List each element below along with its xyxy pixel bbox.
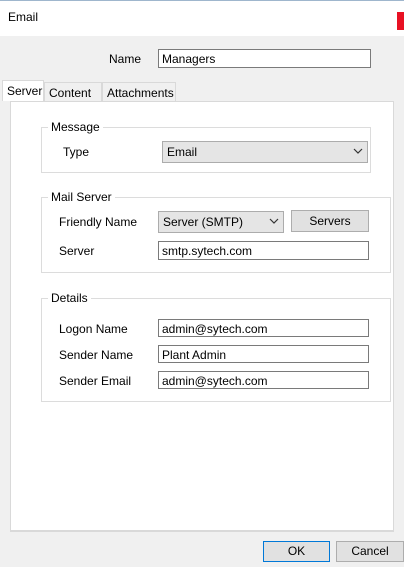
cancel-button[interactable]: Cancel bbox=[336, 541, 404, 562]
chevron-down-icon bbox=[269, 218, 279, 224]
friendly-name-label: Friendly Name bbox=[59, 215, 138, 229]
window-title: Email bbox=[8, 10, 39, 24]
server-label: Server bbox=[59, 244, 95, 258]
sender-email-input[interactable]: admin@sytech.com bbox=[158, 371, 369, 389]
tab-content[interactable]: Content bbox=[44, 82, 102, 101]
name-label: Name bbox=[109, 52, 142, 66]
servers-button[interactable]: Servers bbox=[291, 210, 369, 232]
logon-name-input[interactable]: admin@sytech.com bbox=[158, 319, 369, 337]
logon-name-label: Logon Name bbox=[59, 322, 128, 336]
footer-separator bbox=[10, 531, 394, 532]
details-group: Details Logon Name admin@sytech.com Send… bbox=[41, 291, 391, 402]
type-label: Type bbox=[63, 145, 90, 159]
sender-name-input[interactable]: Plant Admin bbox=[158, 345, 369, 363]
message-legend: Message bbox=[48, 120, 103, 134]
ok-button[interactable]: OK bbox=[263, 541, 330, 562]
sender-email-label: Sender Email bbox=[59, 374, 132, 388]
server-input[interactable]: smtp.sytech.com bbox=[158, 241, 369, 260]
chevron-down-icon bbox=[353, 148, 363, 154]
tab-attachments[interactable]: Attachments bbox=[102, 82, 176, 101]
title-bar: Email bbox=[0, 0, 404, 36]
message-group: Message Type Email bbox=[41, 120, 371, 173]
type-select-value: Email bbox=[167, 145, 198, 159]
sender-name-label: Sender Name bbox=[59, 348, 134, 362]
details-legend: Details bbox=[48, 291, 91, 305]
close-icon[interactable] bbox=[397, 12, 404, 30]
mail-server-group: Mail Server Friendly Name Server (SMTP) … bbox=[41, 190, 391, 273]
tab-server[interactable]: Server bbox=[2, 80, 44, 101]
tab-panel-server: Message Type Email Mail Server Friendly … bbox=[10, 101, 394, 531]
type-select[interactable]: Email bbox=[162, 141, 368, 163]
mail-server-legend: Mail Server bbox=[48, 190, 115, 204]
name-input[interactable]: Managers bbox=[158, 49, 371, 68]
friendly-name-select[interactable]: Server (SMTP) bbox=[158, 211, 284, 233]
window-border bbox=[0, 0, 404, 1]
friendly-name-value: Server (SMTP) bbox=[163, 215, 244, 229]
